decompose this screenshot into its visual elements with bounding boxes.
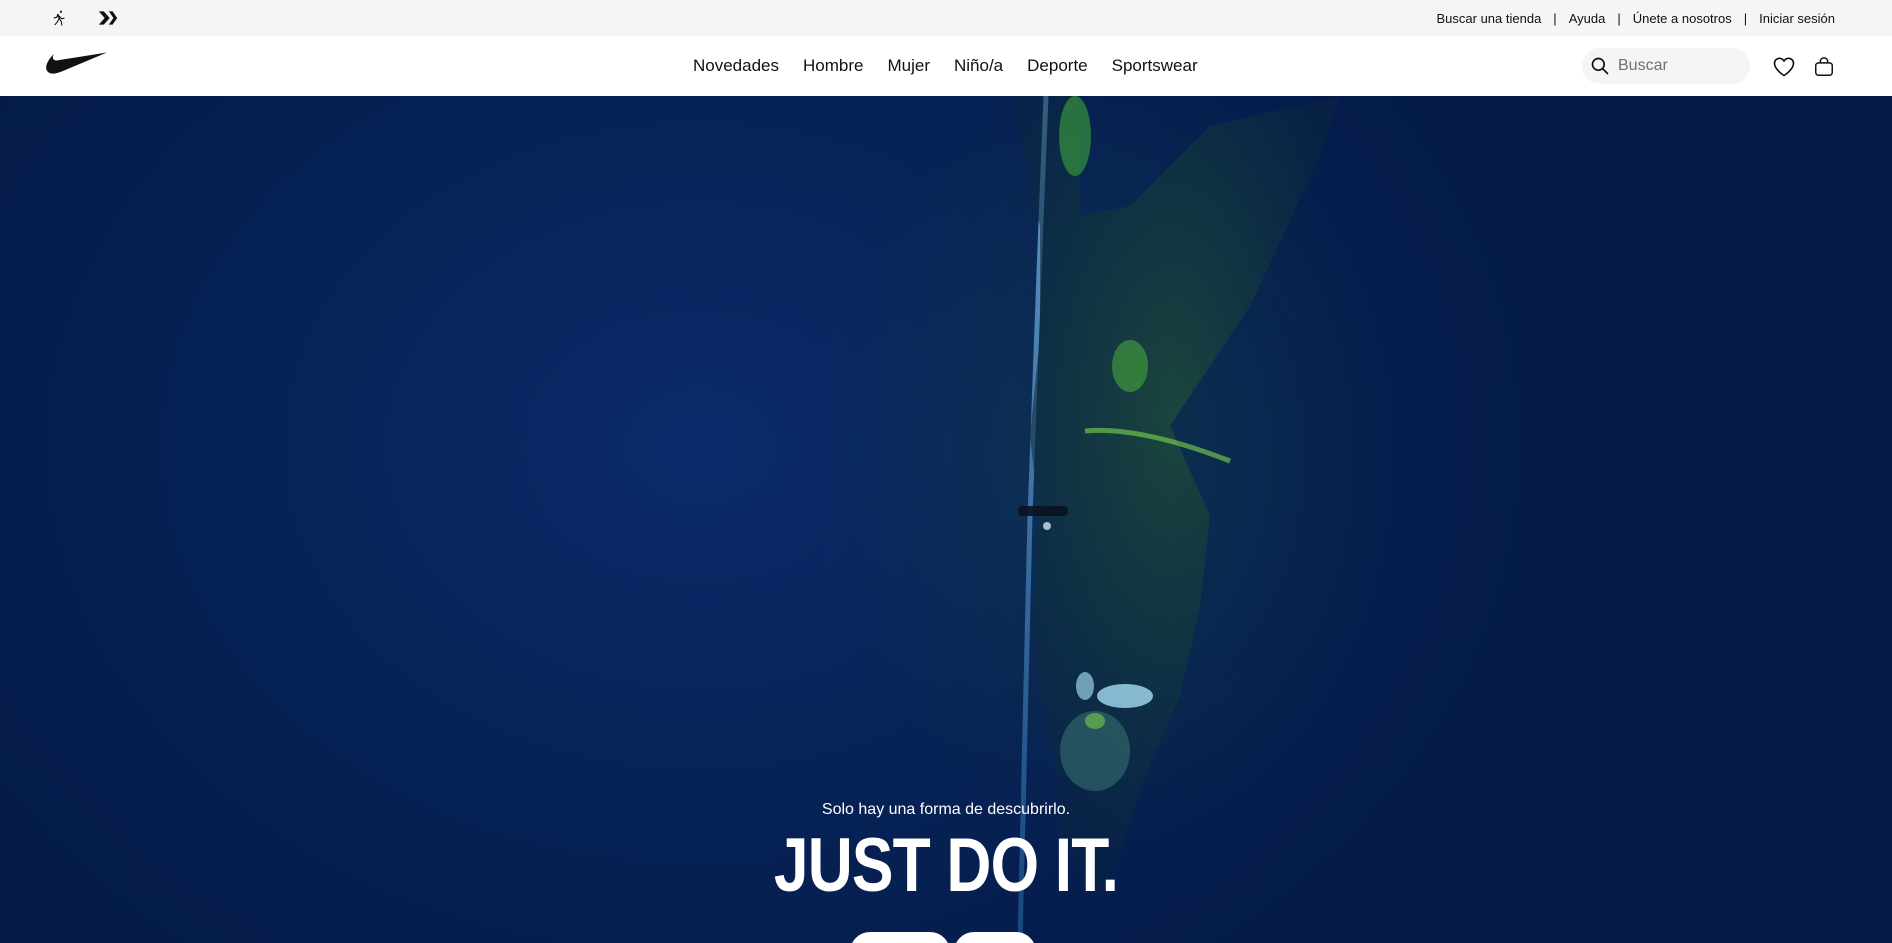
search-input[interactable] [1618, 57, 1738, 75]
hero-subtitle: Solo hay una forma de descubrirlo. [821, 801, 1071, 818]
utility-bar: Buscar una tienda | Ayuda | Únete a noso… [0, 0, 1892, 36]
nav-item-sportswear[interactable]: Sportswear [1100, 56, 1210, 76]
sign-in-link[interactable]: Iniciar sesión [1759, 11, 1835, 26]
help-link[interactable]: Ayuda [1569, 11, 1606, 26]
converse-chevron-icon [98, 11, 118, 25]
hero-secondary-button[interactable] [954, 932, 1036, 943]
search-button[interactable] [1582, 48, 1618, 84]
separator: | [1553, 10, 1557, 26]
bag-button[interactable] [1811, 54, 1837, 80]
nav-item-deporte[interactable]: Deporte [1015, 56, 1099, 76]
separator: | [1743, 10, 1748, 26]
hero-primary-button[interactable] [850, 932, 950, 943]
bag-icon [1815, 57, 1833, 76]
utility-links: Buscar una tienda | Ayuda | Únete a noso… [1437, 0, 1836, 36]
nike-logo-link[interactable] [46, 50, 108, 74]
separator: | [1617, 10, 1621, 26]
join-link[interactable]: Únete a nosotros [1633, 11, 1732, 26]
hero-banner[interactable]: Solo hay una forma de descubrirlo. JUST … [0, 96, 1892, 943]
jordan-link[interactable] [49, 8, 71, 28]
nav-item-novedades[interactable]: Novedades [693, 56, 791, 76]
jordan-jumpman-icon [53, 10, 65, 26]
main-nav: Novedades Hombre Mujer Niño/a Deporte Sp… [0, 36, 1892, 96]
favorites-button[interactable] [1771, 54, 1797, 80]
main-menu: Novedades Hombre Mujer Niño/a Deporte Sp… [693, 36, 1210, 96]
hero-title: JUST DO IT. [773, 823, 1119, 908]
search-icon [1591, 57, 1609, 75]
heart-icon [1773, 57, 1795, 77]
converse-link[interactable] [97, 8, 119, 28]
nav-item-hombre[interactable]: Hombre [791, 56, 875, 76]
nav-item-mujer[interactable]: Mujer [875, 56, 942, 76]
nav-item-nino[interactable]: Niño/a [942, 56, 1015, 76]
nike-swoosh-icon [46, 52, 107, 74]
find-store-link[interactable]: Buscar una tienda [1437, 11, 1542, 26]
search-box [1582, 48, 1750, 84]
